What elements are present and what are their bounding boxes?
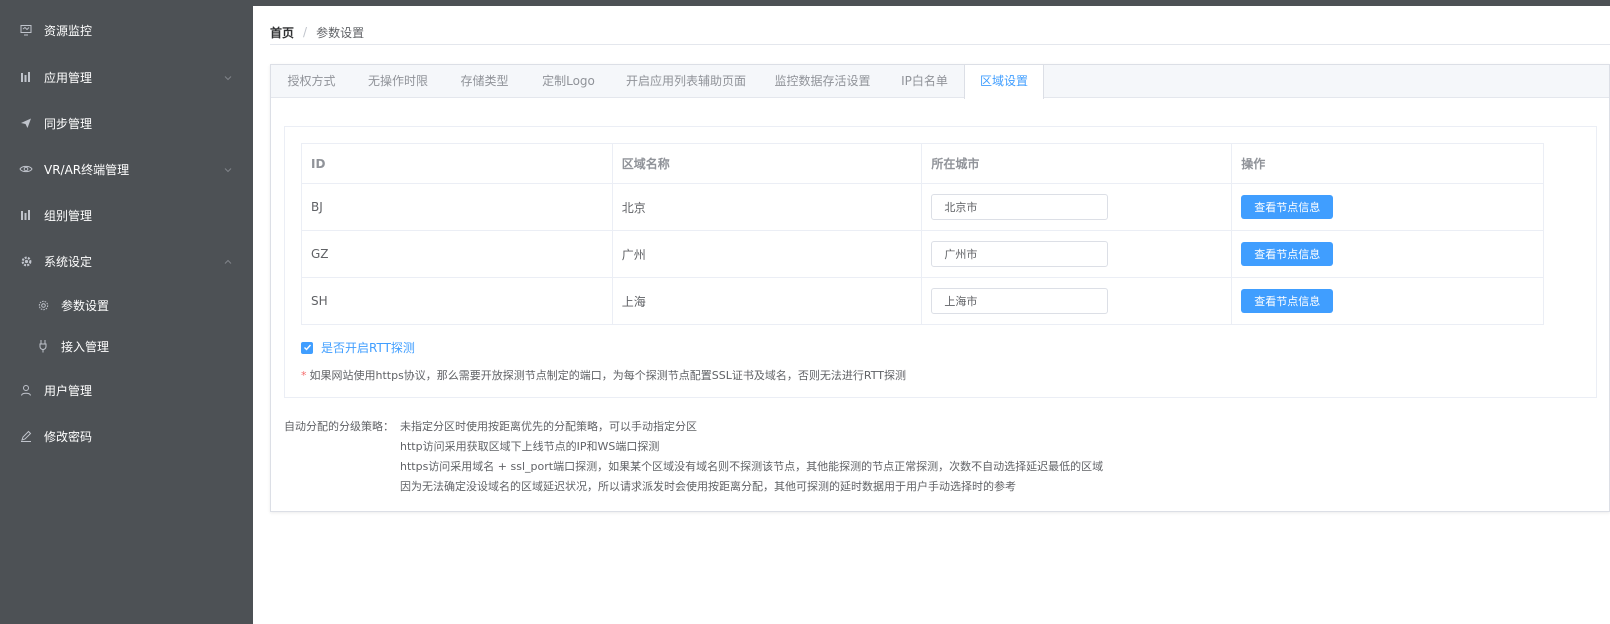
eye-icon <box>18 161 34 177</box>
monitor-icon <box>18 22 34 38</box>
sidebar-item-access-management[interactable]: 接入管理 <box>0 328 253 364</box>
breadcrumb-home[interactable]: 首页 <box>270 24 294 41</box>
sidebar-item-group-management[interactable]: 组别管理 <box>0 197 253 233</box>
checkbox-checked-icon[interactable] <box>301 341 313 354</box>
table-header-row: ID 区域名称 所在城市 操作 <box>301 143 1544 184</box>
cell-id: GZ <box>301 230 613 278</box>
table-row: GZ 广州 广州市 查看节点信息 <box>301 230 1544 278</box>
region-panel: ID 区域名称 所在城市 操作 BJ 北京 北京市 查看节点信息 GZ 广州 广… <box>284 126 1597 398</box>
chevron-up-icon <box>223 256 233 266</box>
chevron-down-icon <box>223 72 233 82</box>
table-row: BJ 北京 北京市 查看节点信息 <box>301 183 1544 231</box>
column-header-region-name: 区域名称 <box>611 143 923 184</box>
view-node-info-button[interactable]: 查看节点信息 <box>1241 195 1334 219</box>
sidebar-item-label: 参数设置 <box>61 298 110 313</box>
view-node-info-button[interactable]: 查看节点信息 <box>1241 289 1334 313</box>
bar-chart-icon <box>18 69 34 85</box>
breadcrumb: 首页 / 参数设置 <box>270 22 364 42</box>
cell-region-name: 北京 <box>611 183 923 231</box>
rtt-checkbox[interactable]: 是否开启RTT探测 <box>301 339 415 356</box>
cell-city: 广州市 <box>921 230 1233 278</box>
sidebar-item-label: 应用管理 <box>44 70 93 85</box>
cell-region-name: 上海 <box>611 277 923 325</box>
city-input[interactable]: 上海市 <box>931 288 1109 314</box>
cell-action: 查看节点信息 <box>1231 183 1544 231</box>
policy-line: 未指定分区时使用按距离优先的分配策略，可以手动指定分区 <box>400 420 697 433</box>
tab-ip-whitelist[interactable]: IP白名单 <box>885 65 964 98</box>
sidebar-item-resource-monitor[interactable]: 资源监控 <box>0 12 253 48</box>
sidebar-item-label: 组别管理 <box>44 208 93 223</box>
cell-city: 北京市 <box>921 183 1233 231</box>
cell-id: SH <box>301 277 613 325</box>
tab-app-list-helper[interactable]: 开启应用列表辅助页面 <box>612 65 760 98</box>
cell-id: BJ <box>301 183 613 231</box>
sidebar-item-label: 用户管理 <box>44 383 93 398</box>
column-header-id: ID <box>301 143 613 184</box>
column-header-city: 所在城市 <box>921 143 1233 184</box>
bar-chart-icon <box>18 207 34 223</box>
breadcrumb-separator: / <box>303 25 308 39</box>
region-table: ID 区域名称 所在城市 操作 BJ 北京 北京市 查看节点信息 GZ 广州 广… <box>301 143 1544 325</box>
gear-icon <box>18 253 34 269</box>
tab-bar: 授权方式 无操作时限 存储类型 定制Logo 开启应用列表辅助页面 监控数据存活… <box>271 65 1609 99</box>
sidebar-item-label: 资源监控 <box>44 23 93 38</box>
https-note: * 如果网站使用https协议，那么需要开放探测节点制定的端口，为每个探测节点配置… <box>301 367 906 383</box>
edit-icon <box>18 428 34 444</box>
tab-idle-timeout[interactable]: 无操作时限 <box>352 65 444 98</box>
tab-storage-type[interactable]: 存储类型 <box>444 65 525 98</box>
chevron-down-icon <box>223 164 233 174</box>
main-content: 首页 / 参数设置 授权方式 无操作时限 存储类型 定制Logo 开启应用列表辅… <box>253 6 1610 624</box>
cell-action: 查看节点信息 <box>1231 277 1544 325</box>
view-node-info-button[interactable]: 查看节点信息 <box>1241 242 1334 266</box>
tab-monitor-retention[interactable]: 监控数据存活设置 <box>760 65 885 98</box>
sidebar-item-label: 修改密码 <box>44 429 93 444</box>
sidebar-item-label: 同步管理 <box>44 116 93 131</box>
cell-city: 上海市 <box>921 277 1233 325</box>
city-input[interactable]: 北京市 <box>931 194 1109 220</box>
city-input[interactable]: 广州市 <box>931 241 1109 267</box>
user-icon <box>18 382 34 398</box>
send-icon <box>18 115 34 131</box>
plug-icon <box>35 338 51 354</box>
sidebar-item-sync-management[interactable]: 同步管理 <box>0 105 253 141</box>
column-header-action: 操作 <box>1231 143 1544 184</box>
sidebar-item-parameter-settings[interactable]: 参数设置 <box>0 287 253 323</box>
sidebar-item-change-password[interactable]: 修改密码 <box>0 418 253 454</box>
tab-custom-logo[interactable]: 定制Logo <box>525 65 612 98</box>
policy-line: https访问采用域名 + ssl_port端口探测，如果某个区域没有域名则不探… <box>400 460 1104 473</box>
rtt-checkbox-label: 是否开启RTT探测 <box>321 341 415 355</box>
https-note-text: 如果网站使用https协议，那么需要开放探测节点制定的端口，为每个探测节点配置S… <box>309 369 907 382</box>
sidebar-item-app-management[interactable]: 应用管理 <box>0 59 253 95</box>
sidebar-item-label: VR/AR终端管理 <box>44 162 130 177</box>
sidebar-item-vrar-terminal[interactable]: VR/AR终端管理 <box>0 151 253 187</box>
policy-label: 自动分配的分级策略： <box>284 420 394 433</box>
policy-line: http访问采用获取区域下上线节点的IP和WS端口探测 <box>400 440 660 453</box>
cell-region-name: 广州 <box>611 230 923 278</box>
divider <box>270 44 1610 45</box>
sidebar-item-system-settings[interactable]: 系统设定 <box>0 243 253 279</box>
sidebar-item-label: 接入管理 <box>61 339 110 354</box>
cell-action: 查看节点信息 <box>1231 230 1544 278</box>
tab-auth-method[interactable]: 授权方式 <box>271 65 352 98</box>
settings-card: 授权方式 无操作时限 存储类型 定制Logo 开启应用列表辅助页面 监控数据存活… <box>270 64 1610 512</box>
sidebar: 资源监控 应用管理 同步管理 VR/AR终端管理 组别管理 系统设定 参数设置 … <box>0 6 253 624</box>
policy-line: 因为无法确定没设域名的区域延迟状况，所以请求派发时会使用按距离分配，其他可探测的… <box>400 480 1016 493</box>
table-row: SH 上海 上海市 查看节点信息 <box>301 277 1544 325</box>
sidebar-item-user-management[interactable]: 用户管理 <box>0 372 253 408</box>
gear-icon <box>35 297 51 313</box>
breadcrumb-current: 参数设置 <box>316 25 365 40</box>
tab-region-settings[interactable]: 区域设置 <box>964 65 1044 99</box>
sidebar-item-label: 系统设定 <box>44 254 93 269</box>
required-star: * <box>301 369 307 382</box>
